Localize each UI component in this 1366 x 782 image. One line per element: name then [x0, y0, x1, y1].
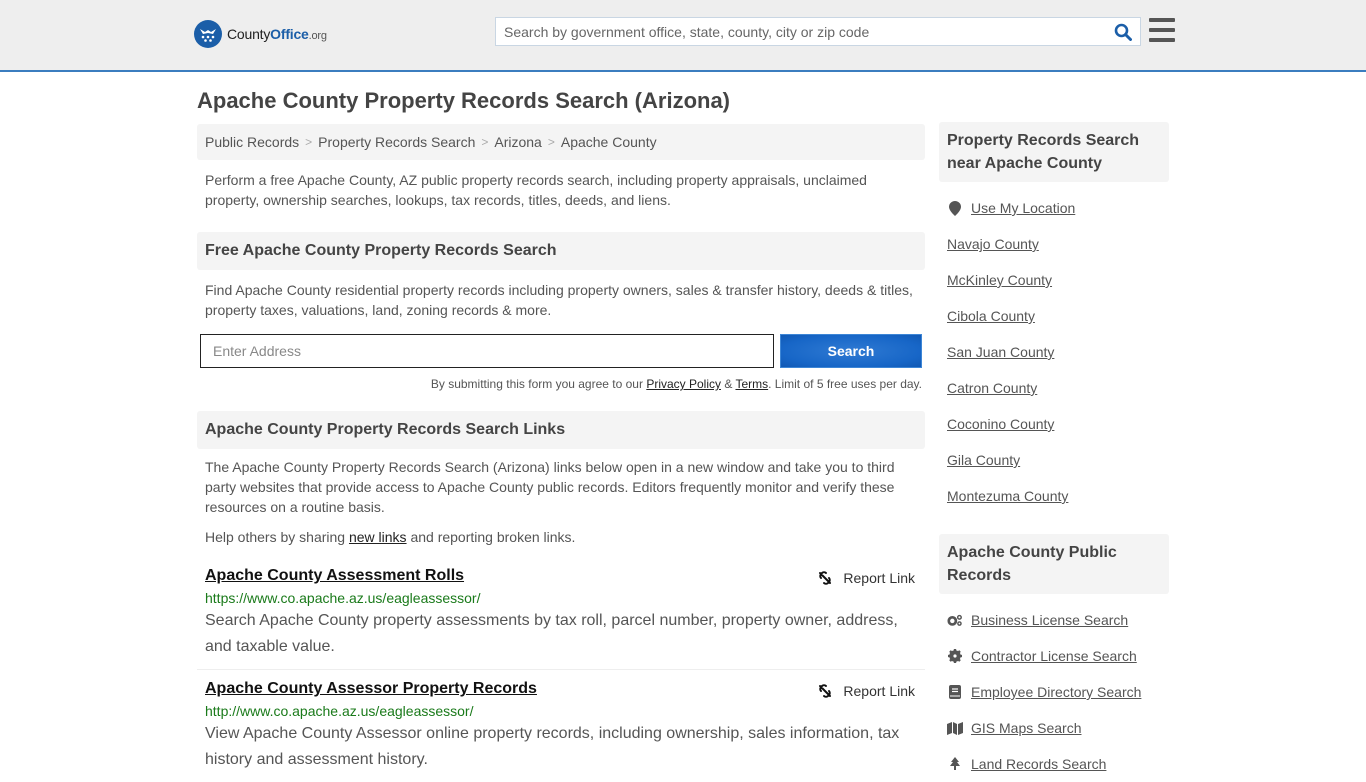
result-title-link[interactable]: Apache County Assessor Property Records — [205, 680, 537, 698]
public-record-item: Land Records Search — [947, 746, 1169, 782]
breadcrumb-separator: > — [547, 135, 555, 149]
site-search-input[interactable] — [496, 18, 1106, 45]
tree-icon — [947, 756, 963, 772]
employee-directory-search-link[interactable]: Employee Directory Search — [971, 684, 1141, 700]
logo-office: Office — [270, 26, 309, 42]
logo-county: County — [227, 26, 271, 42]
result-divider — [197, 669, 925, 670]
nearby-county-link[interactable]: Coconino County — [947, 416, 1054, 432]
address-input[interactable] — [200, 334, 774, 368]
links-section-heading: Apache County Property Records Search Li… — [197, 411, 925, 449]
nearby-item: Gila County — [947, 442, 1169, 478]
map-icon — [947, 720, 963, 736]
breadcrumb-public-records[interactable]: Public Records — [205, 134, 299, 150]
gear-icon — [947, 648, 963, 664]
address-search-button[interactable]: Search — [780, 334, 922, 368]
breadcrumb-arizona[interactable]: Arizona — [494, 134, 541, 150]
nearby-list: Use My Location Navajo County McKinley C… — [939, 190, 1169, 514]
menu-bar — [1149, 18, 1175, 22]
public-record-item: Employee Directory Search — [947, 674, 1169, 710]
free-search-description: Find Apache County residential property … — [205, 282, 913, 318]
contractor-license-search-link[interactable]: Contractor License Search — [971, 648, 1137, 664]
help-text: Help others by sharing new links and rep… — [197, 527, 925, 547]
broken-link-icon — [819, 684, 832, 698]
report-link-label: Report Link — [843, 683, 915, 699]
site-logo[interactable]: CountyOffice.org — [194, 20, 327, 48]
result-title-link[interactable]: Apache County Assessment Rolls — [205, 567, 464, 585]
report-link-button[interactable]: Report Link — [817, 570, 915, 586]
nearby-item: Coconino County — [947, 406, 1169, 442]
eagle-stars-logo-icon — [194, 20, 222, 48]
result-url: https://www.co.apache.az.us/eagleassesso… — [205, 590, 481, 606]
site-header: CountyOffice.org — [0, 0, 1366, 72]
nearby-item: Navajo County — [947, 226, 1169, 262]
free-search-heading: Free Apache County Property Records Sear… — [197, 232, 925, 270]
nearby-county-link[interactable]: Gila County — [947, 452, 1020, 468]
breadcrumb-property-records-search[interactable]: Property Records Search — [318, 134, 475, 150]
gis-maps-search-link[interactable]: GIS Maps Search — [971, 720, 1082, 736]
result-item: Apache County Assessor Property Records … — [197, 680, 925, 773]
nearby-item: San Juan County — [947, 334, 1169, 370]
nearby-heading: Property Records Search near Apache Coun… — [939, 122, 1169, 182]
site-search-bar — [495, 17, 1141, 46]
public-record-item: GIS Maps Search — [947, 710, 1169, 746]
page-title: Apache County Property Records Search (A… — [197, 88, 731, 113]
new-links-link[interactable]: new links — [349, 529, 407, 545]
logo-org: .org — [308, 30, 327, 42]
form-disclaimer: By submitting this form you agree to our… — [197, 377, 925, 391]
report-link-label: Report Link — [843, 570, 915, 586]
nearby-county-link[interactable]: Navajo County — [947, 236, 1039, 252]
nearby-county-link[interactable]: Catron County — [947, 380, 1037, 396]
breadcrumb-separator: > — [481, 135, 489, 149]
menu-bar — [1149, 38, 1175, 42]
public-records-list: Business License Search Contractor Licen… — [939, 602, 1169, 782]
address-search-form: Search — [197, 334, 925, 368]
nearby-item: Catron County — [947, 370, 1169, 406]
broken-link-icon — [819, 571, 832, 585]
site-search-button[interactable] — [1106, 18, 1140, 45]
map-marker-icon — [947, 200, 963, 216]
sidebar: Property Records Search near Apache Coun… — [939, 122, 1169, 782]
public-record-item: Contractor License Search — [947, 638, 1169, 674]
use-location-item: Use My Location — [947, 190, 1169, 226]
nearby-county-link[interactable]: San Juan County — [947, 344, 1054, 360]
result-description: View Apache County Assessor online prope… — [205, 725, 900, 768]
report-link-button[interactable]: Report Link — [817, 683, 915, 699]
menu-bar — [1149, 28, 1175, 32]
public-records-heading: Apache County Public Records — [939, 534, 1169, 594]
logo-wordmark: CountyOffice.org — [227, 26, 327, 42]
terms-link[interactable]: Terms — [735, 377, 768, 391]
nearby-item: Cibola County — [947, 298, 1169, 334]
intro-text: Perform a free Apache County, AZ public … — [205, 172, 867, 208]
nearby-item: McKinley County — [947, 262, 1169, 298]
breadcrumb: Public Records > Property Records Search… — [197, 124, 925, 160]
disclaimer-text: By submitting this form you agree to our — [430, 377, 647, 391]
nearby-county-link[interactable]: Montezuma County — [947, 488, 1068, 504]
nearby-county-link[interactable]: Cibola County — [947, 308, 1035, 324]
disclaimer-text: . Limit of 5 free uses per day. — [768, 377, 922, 391]
use-my-location-link[interactable]: Use My Location — [971, 200, 1075, 216]
public-record-item: Business License Search — [947, 602, 1169, 638]
cogs-icon — [947, 612, 963, 628]
main-content: Public Records > Property Records Search… — [197, 124, 925, 773]
nearby-item: Montezuma County — [947, 478, 1169, 514]
breadcrumb-separator: > — [305, 135, 313, 149]
result-url: http://www.co.apache.az.us/eagleassessor… — [205, 703, 474, 719]
breadcrumb-apache-county[interactable]: Apache County — [561, 134, 657, 150]
hamburger-menu-icon[interactable] — [1149, 18, 1175, 42]
help-text-pre: Help others by sharing — [205, 529, 349, 545]
disclaimer-text: & — [721, 377, 736, 391]
business-license-search-link[interactable]: Business License Search — [971, 612, 1128, 628]
land-records-search-link[interactable]: Land Records Search — [971, 756, 1106, 772]
result-description: Search Apache County property assessment… — [205, 612, 898, 655]
help-text-post: and reporting broken links. — [406, 529, 576, 545]
search-icon — [1114, 23, 1132, 41]
nearby-county-link[interactable]: McKinley County — [947, 272, 1052, 288]
result-item: Apache County Assessment Rolls Report Li… — [197, 567, 925, 660]
privacy-policy-link[interactable]: Privacy Policy — [646, 377, 721, 391]
links-section-description: The Apache County Property Records Searc… — [205, 459, 895, 515]
book-icon — [947, 684, 963, 700]
